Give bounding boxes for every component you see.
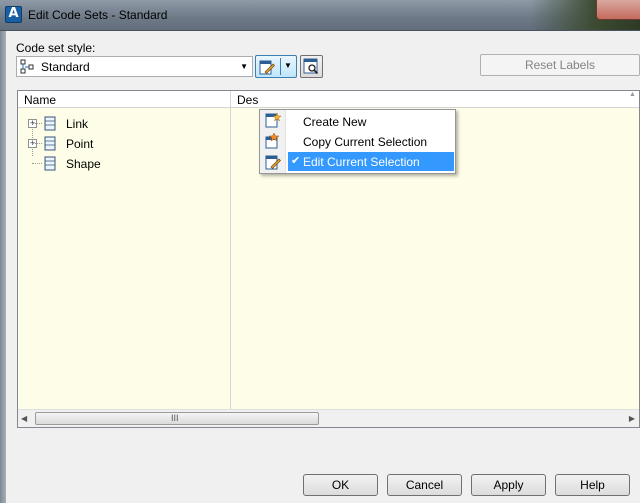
header-scroll-indicator: ▲	[629, 91, 636, 98]
tree-item-point[interactable]: + Point	[18, 135, 218, 153]
column-header: Name Des ▲	[18, 91, 639, 108]
view-details-icon	[303, 58, 319, 75]
close-button[interactable]	[596, 0, 640, 20]
split-separator	[280, 58, 281, 75]
column-split-line	[230, 108, 231, 409]
view-details-button[interactable]	[300, 55, 323, 78]
apply-button[interactable]: Apply	[471, 474, 546, 496]
checkmark-icon: ✔	[291, 155, 301, 167]
tree-connector	[32, 123, 42, 124]
column-divider[interactable]	[230, 91, 231, 108]
ok-button[interactable]: OK	[303, 474, 378, 496]
autocad-icon[interactable]: A	[5, 6, 22, 23]
dialog-client: Code set style: Standard ▼ ▼ Reset Label…	[6, 31, 640, 503]
column-header-description[interactable]: Des	[237, 93, 258, 107]
create-new-icon	[265, 112, 281, 128]
horizontal-scrollbar[interactable]: ◀ III ▶	[18, 409, 639, 427]
code-set-node-icon	[44, 116, 56, 131]
title-bar: A Edit Code Sets - Standard	[0, 0, 640, 31]
cancel-button[interactable]: Cancel	[387, 474, 462, 496]
window-title: Edit Code Sets - Standard	[28, 8, 168, 22]
tree-item-link[interactable]: + Link	[18, 115, 218, 133]
scrollbar-thumb[interactable]: III	[35, 412, 319, 425]
edit-style-icon	[259, 60, 275, 75]
code-set-style-icon	[20, 59, 34, 74]
copy-selection-icon	[265, 133, 280, 149]
edit-selection-icon	[265, 155, 281, 170]
menu-item-copy-current-selection[interactable]: Copy Current Selection	[288, 132, 454, 151]
code-set-style-value: Standard	[41, 60, 90, 74]
reset-labels-button[interactable]: Reset Labels	[480, 54, 640, 76]
scroll-right-icon[interactable]: ▶	[629, 414, 635, 423]
code-set-node-icon	[44, 136, 56, 151]
tree-item-label: Shape	[66, 157, 101, 171]
code-set-style-label: Code set style:	[16, 41, 96, 55]
menu-item-create-new[interactable]: Create New	[288, 112, 454, 131]
scrollbar-grip: III	[171, 413, 179, 423]
scroll-left-icon[interactable]: ◀	[21, 414, 27, 423]
code-set-node-icon	[44, 156, 56, 171]
tree-item-shape[interactable]: Shape	[18, 155, 218, 173]
code-set-style-dropdown[interactable]: Standard ▼	[16, 56, 253, 77]
menu-item-edit-current-selection[interactable]: ✔ Edit Current Selection	[288, 152, 454, 171]
tree-item-label: Point	[66, 137, 94, 151]
style-actions-menu: Create New Copy Current Selection ✔ Edit…	[259, 109, 456, 174]
help-button[interactable]: Help	[555, 474, 630, 496]
chevron-down-icon: ▼	[240, 62, 248, 71]
column-header-name[interactable]: Name	[24, 93, 56, 107]
chevron-down-icon[interactable]: ▼	[284, 61, 292, 70]
tree-connector	[32, 163, 42, 164]
tree-connector	[32, 143, 42, 144]
tree-item-label: Link	[66, 117, 89, 131]
edit-style-split-button[interactable]: ▼	[255, 55, 297, 78]
